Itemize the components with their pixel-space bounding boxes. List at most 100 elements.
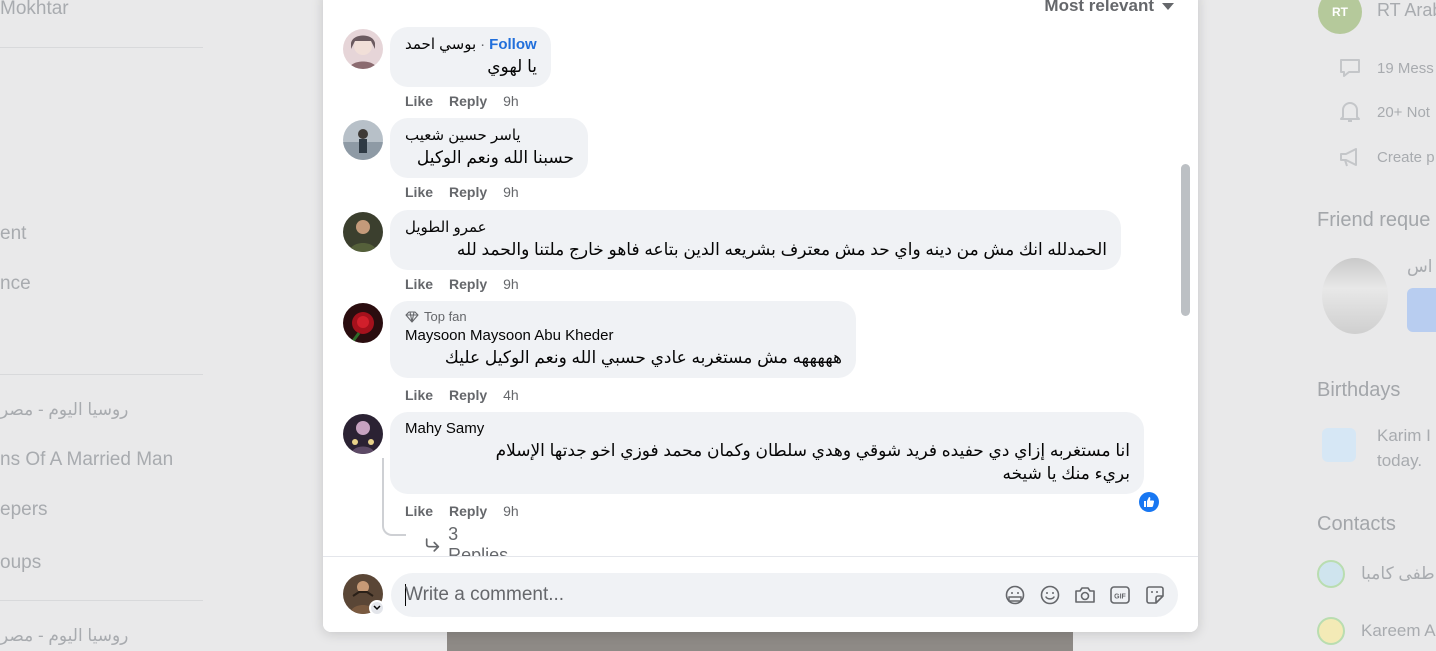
- page-name[interactable]: RT Arab: [1377, 0, 1436, 21]
- composer-tools: GIF: [1003, 583, 1166, 606]
- emoji-icon[interactable]: [1038, 583, 1061, 606]
- background-left-sidebar: Mokhtar ent nce روسيا اليوم - مصر ns Of …: [0, 0, 210, 651]
- gift-icon: [1322, 428, 1356, 462]
- sidebar-item[interactable]: Mokhtar: [0, 0, 69, 20]
- comment-input[interactable]: [405, 573, 965, 617]
- comment-text: الحمدلله انك مش من دينه واي حد مش معترف …: [456, 240, 1107, 259]
- background-right-sidebar: RT RT Arab 19 Mess 20+ Not Create p Frie…: [1300, 0, 1436, 651]
- reply-button[interactable]: Reply: [449, 387, 487, 403]
- comment-text-line: بريء منك يا شيخه: [1002, 464, 1130, 483]
- like-button[interactable]: Like: [405, 276, 433, 292]
- profile-photo-icon: [343, 120, 383, 160]
- comment-timestamp[interactable]: 9h: [503, 93, 519, 109]
- chevron-down-icon[interactable]: [369, 600, 385, 616]
- avatar[interactable]: [343, 212, 383, 252]
- sidebar-shortcut[interactable]: روسيا اليوم - مصر: [0, 626, 128, 646]
- reply-button[interactable]: Reply: [449, 184, 487, 200]
- avatar-sticker-icon[interactable]: [1003, 583, 1026, 606]
- sidebar-shortcut[interactable]: روسيا اليوم - مصر: [0, 400, 128, 420]
- gif-icon[interactable]: GIF: [1108, 583, 1131, 606]
- notifications-link[interactable]: 20+ Not: [1337, 99, 1430, 125]
- birthday-when: today.: [1377, 451, 1423, 470]
- notifications-count: 20+ Not: [1377, 103, 1430, 121]
- sidebar-item[interactable]: ent: [0, 223, 26, 245]
- divider: [0, 47, 203, 48]
- create-post-link[interactable]: Create p: [1337, 144, 1435, 170]
- contact-item[interactable]: طفى كامبا: [1317, 560, 1435, 588]
- friend-request-avatar[interactable]: [1322, 258, 1388, 334]
- follow-button[interactable]: Follow: [489, 36, 537, 53]
- bell-icon: [1340, 102, 1360, 122]
- avatar[interactable]: [343, 303, 383, 343]
- comment-author[interactable]: بوسي احمد: [405, 35, 476, 53]
- reply-button[interactable]: Reply: [449, 276, 487, 292]
- top-fan-label: Top fan: [424, 309, 467, 324]
- birthday-name[interactable]: Karim I: [1377, 426, 1431, 446]
- confirm-friend-button[interactable]: [1407, 288, 1436, 332]
- divider: [0, 374, 203, 375]
- like-reaction-badge[interactable]: [1137, 490, 1161, 514]
- separator-dot: ·: [480, 35, 486, 53]
- profile-photo-icon: [343, 414, 383, 454]
- sidebar-shortcut[interactable]: epers: [0, 499, 48, 521]
- contact-item[interactable]: Kareem A: [1317, 617, 1436, 645]
- comment-bubble: Mahy Samy انا مستغربه إزاي دي حفيده فريد…: [390, 412, 1144, 494]
- reply-arrow-icon: [425, 538, 440, 552]
- comment-actions: Like Reply 9h: [405, 503, 519, 519]
- like-button[interactable]: Like: [405, 93, 433, 109]
- like-button[interactable]: Like: [405, 184, 433, 200]
- comment-text: هههههه مش مستغربه عادي حسبي الله ونعم ال…: [444, 348, 842, 367]
- comment-bubble: بوسي احمد · Follow يا لهوي: [390, 27, 551, 87]
- caret-down-icon: [1162, 2, 1174, 10]
- svg-text:GIF: GIF: [1114, 593, 1126, 600]
- comment-composer: GIF: [323, 556, 1198, 632]
- top-fan-badge[interactable]: Top fan: [405, 309, 842, 324]
- comment-author[interactable]: عمرو الطويل: [405, 218, 1107, 236]
- diamond-icon: [405, 310, 419, 323]
- avatar[interactable]: [343, 414, 383, 454]
- sort-label: Most relevant: [1044, 0, 1154, 15]
- camera-icon[interactable]: [1073, 583, 1096, 606]
- like-button[interactable]: Like: [405, 503, 433, 519]
- thumbs-up-icon: [1139, 492, 1159, 512]
- messages-link[interactable]: 19 Mess: [1337, 55, 1434, 81]
- avatar: [1317, 617, 1345, 645]
- reply-button[interactable]: Reply: [449, 93, 487, 109]
- sidebar-shortcut[interactable]: ns Of A Married Man: [0, 449, 173, 471]
- comment-input-box[interactable]: GIF: [391, 573, 1178, 617]
- comment-text: حسبنا الله ونعم الوكيل: [416, 148, 574, 167]
- friend-request-name[interactable]: اس: [1407, 257, 1432, 277]
- page-logo: RT: [1318, 0, 1362, 34]
- avatar[interactable]: [343, 120, 383, 160]
- comment-author[interactable]: ياسر حسين شعيب: [405, 126, 574, 144]
- like-button[interactable]: Like: [405, 387, 433, 403]
- messages-count: 19 Mess: [1377, 59, 1434, 77]
- sticker-icon[interactable]: [1143, 583, 1166, 606]
- sidebar-shortcut[interactable]: oups: [0, 552, 41, 574]
- sort-dropdown[interactable]: Most relevant: [1044, 0, 1174, 20]
- comment-text: يا لهوي: [487, 57, 537, 76]
- comment-actions: Like Reply 9h: [405, 276, 519, 292]
- contacts-heading: Contacts: [1317, 513, 1396, 535]
- create-label: Create p: [1377, 148, 1435, 166]
- comment-timestamp[interactable]: 9h: [503, 184, 519, 200]
- reply-button[interactable]: Reply: [449, 503, 487, 519]
- comments-dialog: Most relevant بوسي احمد · Follow يا لهوي…: [323, 0, 1198, 632]
- megaphone-icon: [1340, 148, 1357, 167]
- comment-actions: Like Reply 9h: [405, 184, 519, 200]
- comment-timestamp[interactable]: 9h: [503, 503, 519, 519]
- comment-author-row: بوسي احمد · Follow: [405, 35, 537, 54]
- avatar[interactable]: [343, 29, 383, 69]
- comment-timestamp[interactable]: 9h: [503, 276, 519, 292]
- comment-author[interactable]: Mahy Samy: [405, 420, 1130, 437]
- divider: [0, 600, 203, 601]
- comment-text-line: انا مستغربه إزاي دي حفيده فريد شوقي وهدي…: [495, 441, 1130, 460]
- comment-timestamp[interactable]: 4h: [503, 387, 519, 403]
- contact-name: طفى كامبا: [1361, 564, 1435, 583]
- sidebar-item[interactable]: nce: [0, 273, 31, 295]
- scrollbar-thumb[interactable]: [1181, 164, 1190, 316]
- comment-bubble: Top fan Maysoon Maysoon Abu Kheder ههههه…: [390, 301, 856, 378]
- avatar: [1317, 560, 1345, 588]
- comment-author[interactable]: Maysoon Maysoon Abu Kheder: [405, 327, 842, 344]
- contact-name: Kareem A: [1361, 621, 1436, 640]
